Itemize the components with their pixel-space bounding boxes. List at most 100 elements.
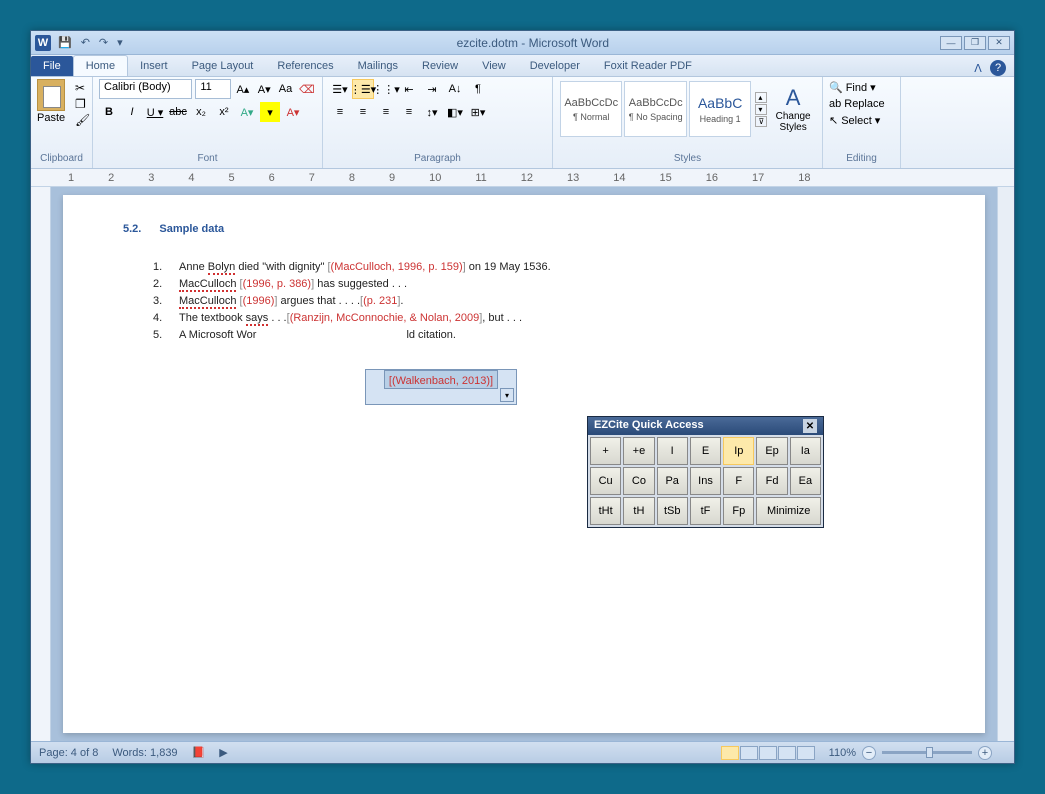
cut-icon[interactable]: ✂ (75, 81, 90, 95)
zoom-in-icon[interactable]: + (978, 746, 992, 760)
horizontal-ruler[interactable]: 123456789101112131415161718 (31, 169, 1014, 187)
full-screen-view[interactable] (740, 746, 758, 760)
draft-view[interactable] (797, 746, 815, 760)
save-icon[interactable]: 💾 (55, 36, 75, 49)
ezcite-btn-ins[interactable]: Ins (690, 467, 721, 495)
macro-icon[interactable]: ▶ (219, 746, 227, 759)
borders-icon[interactable]: ⊞▾ (467, 102, 489, 122)
page-indicator[interactable]: Page: 4 of 8 (39, 747, 98, 759)
vertical-ruler[interactable] (31, 187, 51, 741)
tab-mailings[interactable]: Mailings (346, 56, 410, 76)
increase-indent-icon[interactable]: ⇥ (421, 79, 443, 99)
align-left-icon[interactable]: ≡ (329, 102, 351, 122)
restore-button[interactable]: ❐ (964, 36, 986, 50)
style-heading1[interactable]: AaBbCHeading 1 (689, 81, 751, 137)
outline-view[interactable] (778, 746, 796, 760)
ezcite-btn-tsb[interactable]: tSb (657, 497, 688, 525)
justify-icon[interactable]: ≡ (398, 102, 420, 122)
ezcite-close-icon[interactable]: ✕ (803, 419, 817, 433)
zoom-level[interactable]: 110% (829, 747, 856, 759)
web-layout-view[interactable] (759, 746, 777, 760)
tab-references[interactable]: References (265, 56, 345, 76)
ezcite-btn-ep[interactable]: Ep (756, 437, 787, 465)
undo-icon[interactable]: ↶ (78, 36, 93, 49)
numbering-icon[interactable]: ⋮☰▾ (352, 79, 374, 99)
word-count[interactable]: Words: 1,839 (112, 747, 177, 759)
ezcite-btn-tht[interactable]: tHt (590, 497, 621, 525)
tab-view[interactable]: View (470, 56, 518, 76)
ezcite-btn-f[interactable]: F (723, 467, 754, 495)
find-button[interactable]: 🔍Find ▾ (829, 79, 894, 96)
change-case-icon[interactable]: Aa (276, 79, 294, 99)
tab-developer[interactable]: Developer (518, 56, 592, 76)
tab-review[interactable]: Review (410, 56, 470, 76)
ezcite-btn-th[interactable]: tH (623, 497, 654, 525)
multilevel-icon[interactable]: ⋮⋮▾ (375, 79, 397, 99)
ezcite-btn-pa[interactable]: Pa (657, 467, 688, 495)
change-styles-button[interactable]: A Change Styles (770, 79, 816, 139)
proofing-icon[interactable]: 📕 (192, 746, 206, 759)
ezcite-btn-e[interactable]: E (690, 437, 721, 465)
highlight-icon[interactable]: ▾ (260, 102, 280, 122)
help-icon[interactable]: ? (990, 60, 1006, 76)
tab-insert[interactable]: Insert (128, 56, 180, 76)
replace-button[interactable]: abReplace (829, 96, 894, 112)
ezcite-btn-cu[interactable]: Cu (590, 467, 621, 495)
ezcite-minimize[interactable]: Minimize (756, 497, 821, 525)
grow-font-icon[interactable]: A▴ (234, 79, 252, 99)
subscript-button[interactable]: x₂ (191, 102, 211, 122)
ezcite-btn-ea[interactable]: Ea (790, 467, 821, 495)
font-size-select[interactable]: 11 (195, 79, 230, 99)
superscript-button[interactable]: x² (214, 102, 234, 122)
zoom-slider[interactable] (882, 751, 972, 754)
bullets-icon[interactable]: ☰▾ (329, 79, 351, 99)
strike-button[interactable]: abc (168, 102, 188, 122)
qa-dropdown-icon[interactable]: ▾ (114, 36, 126, 49)
citation-dropdown-icon[interactable]: ▾ (500, 388, 514, 402)
ezcite-btn-co[interactable]: Co (623, 467, 654, 495)
page[interactable]: 5.2.Sample data 1.Anne Bolyn died "with … (63, 195, 985, 733)
format-painter-icon[interactable]: 🖌 (75, 113, 90, 127)
vertical-scrollbar[interactable] (997, 187, 1014, 741)
styles-down-icon[interactable]: ▾ (755, 104, 767, 115)
ezcite-btn-fp[interactable]: Fp (723, 497, 754, 525)
styles-up-icon[interactable]: ▴ (755, 92, 767, 103)
ezcite-titlebar[interactable]: EZCite Quick Access ✕ (588, 417, 823, 435)
clear-format-icon[interactable]: ⌫ (298, 79, 316, 99)
text-effects-icon[interactable]: A▾ (237, 102, 257, 122)
style-nospacing[interactable]: AaBbCcDc¶ No Spacing (624, 81, 686, 137)
copy-icon[interactable]: ❐ (75, 97, 90, 111)
print-layout-view[interactable] (721, 746, 739, 760)
ezcite-btn-+e[interactable]: +e (623, 437, 654, 465)
underline-button[interactable]: U ▾ (145, 102, 165, 122)
align-right-icon[interactable]: ≡ (375, 102, 397, 122)
styles-more-icon[interactable]: ⊽ (755, 116, 767, 127)
ezcite-btn-ip[interactable]: Ip (723, 437, 754, 465)
shading-icon[interactable]: ◧▾ (444, 102, 466, 122)
decrease-indent-icon[interactable]: ⇤ (398, 79, 420, 99)
style-normal[interactable]: AaBbCcDc¶ Normal (560, 81, 622, 137)
ezcite-btn-+[interactable]: + (590, 437, 621, 465)
align-center-icon[interactable]: ≡ (352, 102, 374, 122)
close-button[interactable]: ✕ (988, 36, 1010, 50)
shrink-font-icon[interactable]: A▾ (255, 79, 273, 99)
show-marks-icon[interactable]: ¶ (467, 79, 489, 99)
paste-button[interactable]: Paste (37, 79, 65, 124)
tab-foxit[interactable]: Foxit Reader PDF (592, 56, 704, 76)
font-name-select[interactable]: Calibri (Body) (99, 79, 192, 99)
tab-file[interactable]: File (31, 56, 73, 76)
tab-pagelayout[interactable]: Page Layout (180, 56, 266, 76)
line-spacing-icon[interactable]: ↕▾ (421, 102, 443, 122)
ezcite-btn-fd[interactable]: Fd (756, 467, 787, 495)
sort-icon[interactable]: A↓ (444, 79, 466, 99)
tab-home[interactable]: Home (73, 55, 128, 76)
redo-icon[interactable]: ↷ (96, 36, 111, 49)
font-color-icon[interactable]: A▾ (283, 102, 303, 122)
minimize-button[interactable]: — (940, 36, 962, 50)
minimize-ribbon-icon[interactable]: ᐱ (970, 60, 986, 76)
ezcite-btn-ia[interactable]: Ia (790, 437, 821, 465)
ezcite-btn-tf[interactable]: tF (690, 497, 721, 525)
ezcite-btn-i[interactable]: I (657, 437, 688, 465)
zoom-out-icon[interactable]: − (862, 746, 876, 760)
select-button[interactable]: ↖Select ▾ (829, 112, 894, 129)
